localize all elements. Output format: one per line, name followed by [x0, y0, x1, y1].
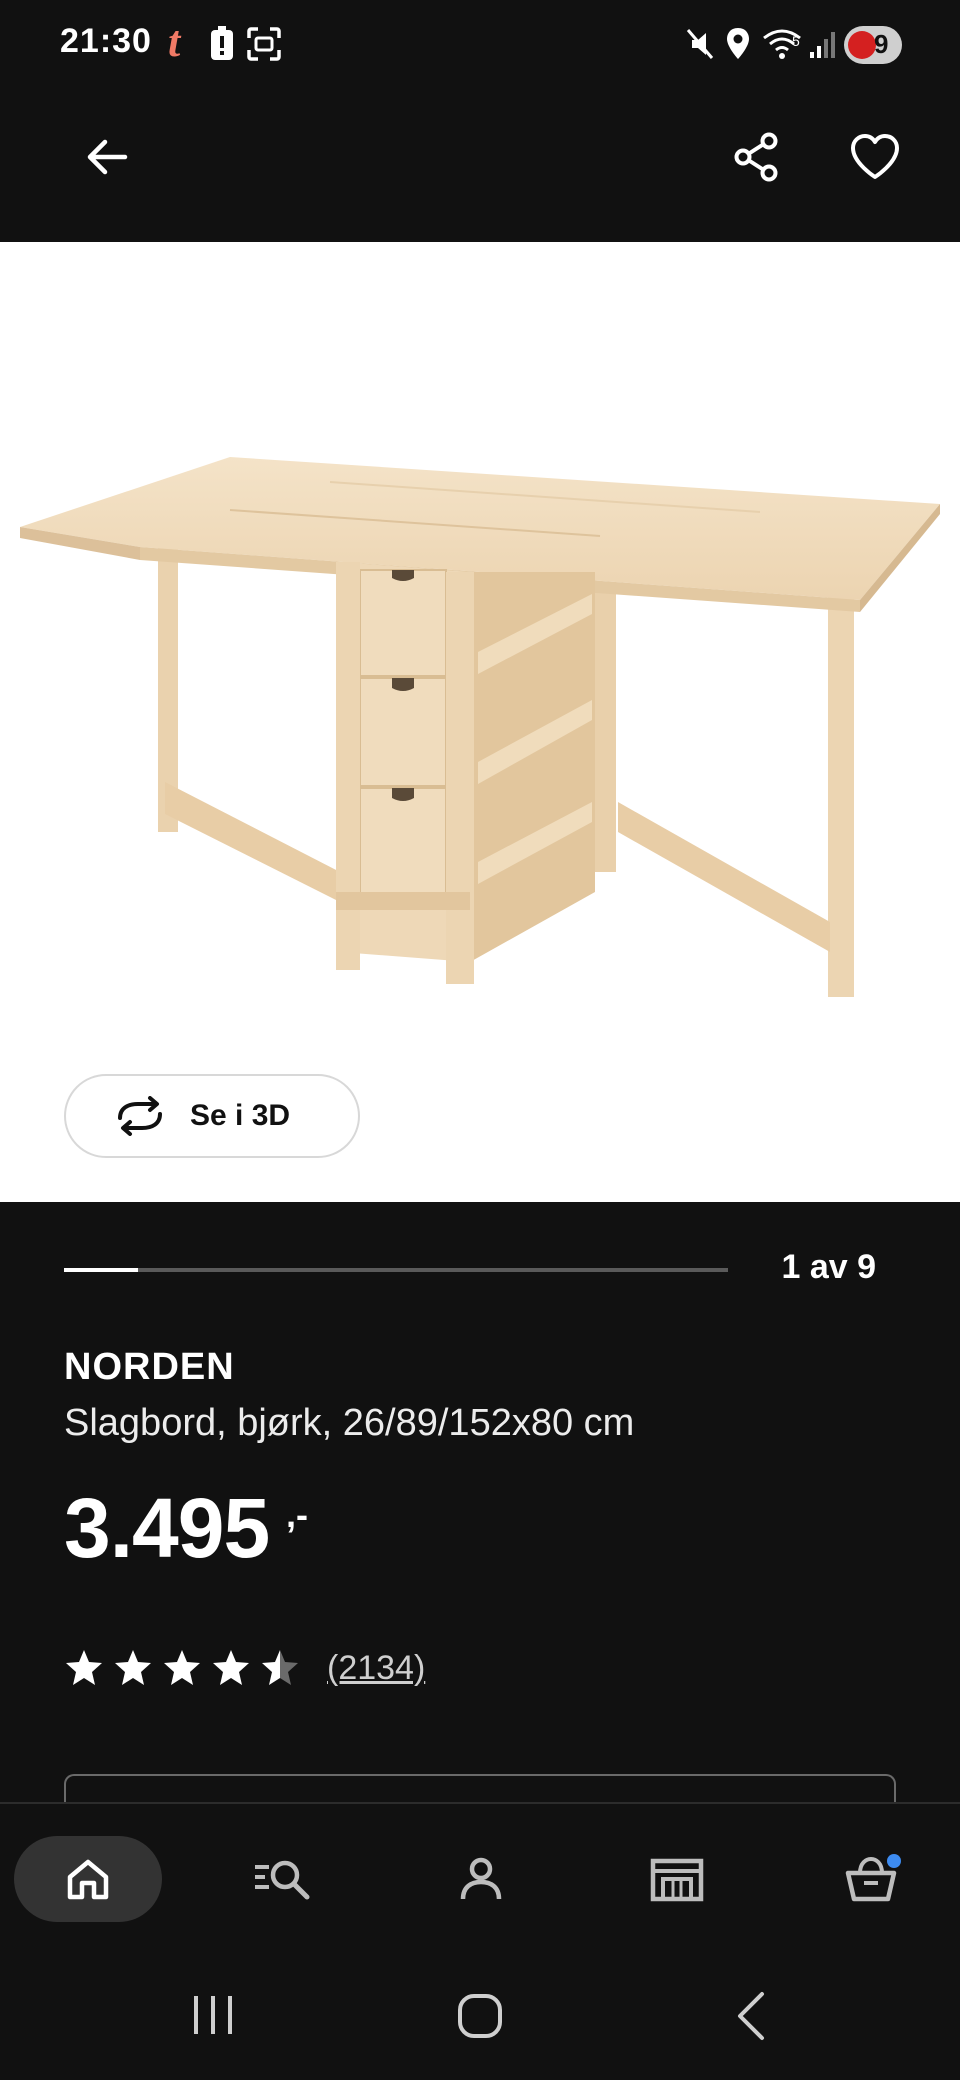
nav-cart[interactable]: [828, 1836, 918, 1922]
gallery-progress-fill: [64, 1268, 138, 1272]
star-icon: [262, 1650, 298, 1685]
back-button[interactable]: [72, 122, 142, 192]
battery-level: 9: [874, 29, 889, 59]
share-icon: [734, 132, 778, 182]
status-bar: 21:30 t 5 9: [0, 0, 960, 92]
search-list-icon: [255, 1860, 310, 1900]
battery-saver-icon: [848, 31, 876, 59]
product-price: 3.495: [64, 1481, 270, 1575]
nav-profile[interactable]: [436, 1836, 526, 1922]
bottom-navigation: [0, 1802, 960, 1952]
heart-icon: [851, 134, 899, 179]
person-icon: [460, 1857, 502, 1900]
store-icon: [650, 1858, 704, 1902]
home-icon: [67, 1859, 109, 1900]
status-time: 21:30: [60, 22, 152, 60]
gallery-counter: 1 av 9: [781, 1248, 876, 1286]
reviews-count-link[interactable]: (2134): [327, 1649, 425, 1688]
battery-alert-icon: [211, 26, 233, 60]
back-arrow-icon: [87, 139, 128, 175]
nav-search[interactable]: [238, 1836, 328, 1922]
back-chevron-icon[interactable]: [732, 1990, 772, 2042]
mute-icon: [686, 29, 714, 59]
svg-text:5: 5: [792, 33, 800, 49]
wifi-icon: 5: [763, 29, 801, 59]
nav-home[interactable]: [14, 1836, 162, 1922]
location-icon: [727, 28, 749, 59]
tumblr-t-icon: t: [168, 17, 181, 66]
home-circle-icon[interactable]: [456, 1992, 504, 2040]
rating-row[interactable]: (2134): [64, 1646, 425, 1690]
battery-indicator: 9: [844, 26, 902, 64]
product-description: Slagbord, bjørk, 26/89/152x80 cm: [64, 1402, 635, 1444]
product-image-carousel[interactable]: Se i 3D: [0, 242, 960, 1202]
cart-badge-dot: [887, 1854, 901, 1868]
system-navigation-bar: [0, 1952, 960, 2080]
share-button[interactable]: [722, 122, 792, 192]
view-3d-button[interactable]: Se i 3D: [64, 1074, 360, 1158]
product-image-gateleg-table: [20, 457, 940, 997]
view-3d-label: Se i 3D: [190, 1099, 291, 1132]
rotate-3d-icon: [118, 1096, 162, 1136]
top-app-bar: [0, 92, 960, 242]
signal-icon: [810, 32, 835, 58]
shopping-basket-icon: [845, 1854, 901, 1902]
favorite-button[interactable]: [840, 122, 910, 192]
recents-icon[interactable]: [188, 1992, 238, 2038]
star-icon: [164, 1650, 200, 1685]
product-name: NORDEN: [64, 1346, 235, 1388]
star-icon: [213, 1650, 249, 1685]
star-rating: [64, 1648, 309, 1688]
star-icon: [115, 1650, 151, 1685]
gallery-progress-bar: [64, 1268, 728, 1272]
screenshot-icon: [247, 27, 281, 61]
price-suffix: ,-: [286, 1494, 308, 1535]
nav-store[interactable]: [632, 1836, 722, 1922]
star-icon: [66, 1650, 102, 1685]
